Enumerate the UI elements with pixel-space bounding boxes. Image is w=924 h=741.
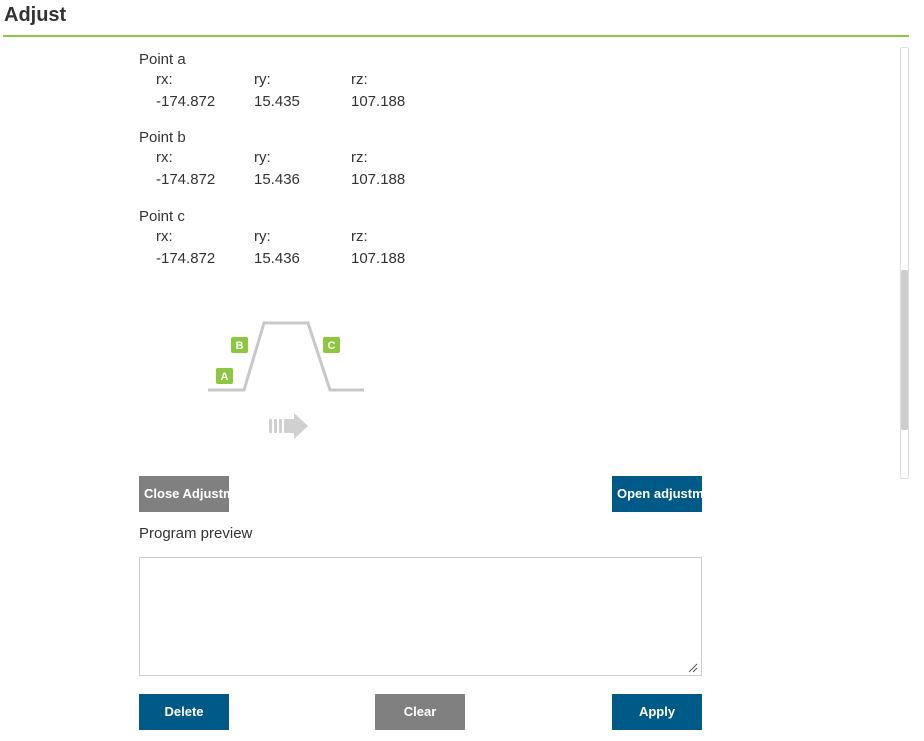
point-b-ry-value: 15.436 — [254, 171, 300, 188]
marker-a-icon: A — [216, 368, 233, 384]
point-c-rx-value: -174.872 — [156, 250, 216, 267]
direction-arrow-icon — [269, 413, 308, 439]
delete-button[interactable]: Delete — [139, 694, 229, 730]
program-preview-label: Program preview — [139, 525, 253, 542]
point-b-block: Point b rx: ry: rz: -174.872 15.436 107.… — [139, 129, 439, 191]
adjust-panel: Adjust Point a rx: ry: rz: -174.872 15.4… — [0, 0, 924, 741]
rx-label: rx: — [156, 71, 173, 88]
point-a-rz-value: 107.188 — [351, 93, 406, 110]
apply-button[interactable]: Apply — [612, 694, 702, 730]
point-c-value-row: -174.872 15.436 107.188 — [139, 248, 439, 270]
open-adjustment-button[interactable]: Open adjustment — [612, 476, 702, 512]
point-c-title: Point c — [139, 208, 185, 225]
rz-label: rz: — [351, 149, 368, 166]
point-c-rz-value: 107.188 — [351, 250, 406, 267]
point-a-label-row: rx: ry: rz: — [139, 69, 439, 91]
ry-label: ry: — [254, 228, 271, 245]
close-adjustment-button[interactable]: Close Adjustment — [139, 476, 229, 512]
point-b-title: Point b — [139, 129, 186, 146]
content-area: Point a rx: ry: rz: -174.872 15.435 107.… — [0, 37, 924, 741]
resize-grip-icon[interactable] — [688, 663, 698, 673]
marker-b-label: B — [236, 340, 244, 352]
program-preview-textarea[interactable] — [139, 557, 702, 676]
point-a-ry-value: 15.435 — [254, 93, 300, 110]
point-c-ry-value: 15.436 — [254, 250, 300, 267]
point-b-rx-value: -174.872 — [156, 171, 216, 188]
point-a-block: Point a rx: ry: rz: -174.872 15.435 107.… — [139, 51, 439, 113]
ry-label: ry: — [254, 149, 271, 166]
point-b-rz-value: 107.188 — [351, 171, 406, 188]
marker-b-icon: B — [231, 337, 248, 353]
marker-a-label: A — [221, 371, 229, 383]
scrollbar-thumb[interactable] — [901, 270, 908, 430]
point-c-block: Point c rx: ry: rz: -174.872 15.436 107.… — [139, 208, 439, 270]
point-a-rx-value: -174.872 — [156, 93, 216, 110]
point-b-label-row: rx: ry: rz: — [139, 147, 439, 169]
rx-label: rx: — [156, 149, 173, 166]
point-c-label-row: rx: ry: rz: — [139, 226, 439, 248]
rx-label: rx: — [156, 228, 173, 245]
rz-label: rz: — [351, 71, 368, 88]
clear-button[interactable]: Clear — [375, 694, 465, 730]
marker-c-label: C — [328, 340, 336, 352]
point-a-value-row: -174.872 15.435 107.188 — [139, 91, 439, 113]
marker-c-icon: C — [323, 337, 340, 353]
point-b-value-row: -174.872 15.436 107.188 — [139, 169, 439, 191]
point-a-title: Point a — [139, 51, 186, 68]
rz-label: rz: — [351, 228, 368, 245]
page-title: Adjust — [4, 4, 67, 26]
adjust-path-diagram: A B C — [208, 321, 364, 439]
ry-label: ry: — [254, 71, 271, 88]
